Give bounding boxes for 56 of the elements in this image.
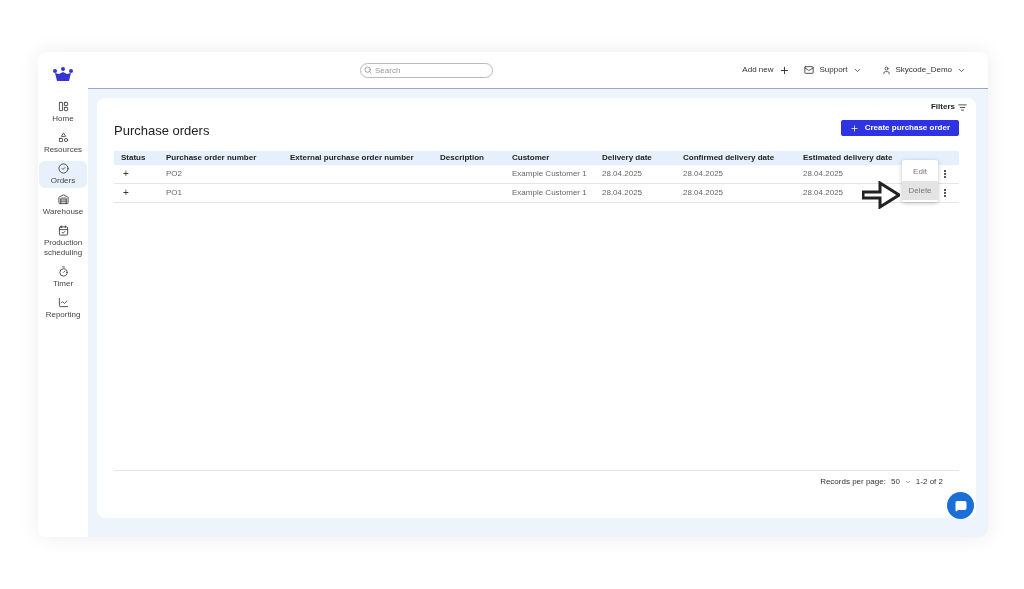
column-header: Estimated delivery date	[803, 151, 893, 164]
sidebar-item[interactable]: Timer	[39, 264, 87, 291]
column-header: Confirmed delivery date	[683, 151, 775, 164]
records-per-page-label: Records per page:	[820, 476, 886, 488]
expand-toggle[interactable]: +	[114, 187, 166, 198]
warehouse-icon	[57, 194, 69, 205]
user-menu[interactable]: Skycode_Demo	[881, 64, 966, 76]
sidebar-item[interactable]: Orders	[39, 161, 87, 188]
chat-icon	[954, 499, 967, 512]
column-header: Description	[440, 151, 484, 164]
table-cell: 28.04.2025	[602, 186, 643, 199]
table-cell: Example Customer 1	[512, 167, 587, 180]
user-icon	[881, 65, 891, 75]
menu-item[interactable]: Delete	[902, 181, 938, 200]
sidebar-item[interactable]: Home	[39, 99, 87, 126]
sidebar-item[interactable]: Reporting	[39, 295, 87, 322]
layout-icon	[57, 101, 69, 112]
search-field[interactable]: Search	[360, 62, 493, 78]
sidebar-item[interactable]: Production scheduling	[39, 223, 87, 260]
caret-icon	[904, 479, 911, 485]
table-cell: 28.04.2025	[803, 186, 844, 199]
table-cell: 28.04.2025	[683, 186, 724, 199]
table-cell: Example Customer 1	[512, 186, 587, 199]
search-icon	[364, 66, 372, 74]
table-cell: 28.04.2025	[683, 167, 724, 180]
table-cell: 28.04.2025	[602, 167, 643, 180]
plus-icon	[779, 64, 791, 76]
check-circle-icon	[57, 163, 69, 174]
line-chart-icon	[57, 297, 69, 308]
expand-toggle[interactable]: +	[114, 168, 166, 179]
support-menu[interactable]: Support	[804, 64, 862, 76]
page-range: 1-2 of 2	[915, 476, 943, 488]
shapes-icon	[57, 132, 69, 143]
table-cell: PO2	[166, 167, 182, 180]
column-header: Purchase order number	[166, 151, 257, 164]
create-purchase-order-button[interactable]: Create purchase order	[840, 120, 959, 137]
mail-icon	[804, 65, 815, 75]
column-header: Customer	[512, 151, 550, 164]
page-title: Purchase orders	[114, 122, 210, 140]
stopwatch-icon	[57, 266, 69, 277]
table-cell: 28.04.2025	[803, 167, 844, 180]
menu-item[interactable]: Edit	[902, 162, 938, 181]
pointer-arrow-drawing	[862, 181, 900, 209]
column-header: Status	[120, 151, 146, 164]
table-cell: PO1	[166, 186, 182, 199]
plus-icon	[849, 123, 859, 133]
column-header: External purchase order number	[290, 151, 414, 164]
filter-icon	[958, 102, 967, 112]
sidebar-item[interactable]: Resources	[39, 130, 87, 157]
calendar-icon	[57, 225, 69, 236]
add-new-button[interactable]: Add new	[742, 64, 791, 76]
sidebar-item[interactable]: Warehouse	[39, 192, 87, 219]
filters-button[interactable]: Filters	[931, 101, 967, 113]
crown-logo-icon	[53, 67, 73, 81]
per-page-select[interactable]: 50	[890, 476, 911, 488]
column-header: Delivery date	[602, 151, 652, 164]
